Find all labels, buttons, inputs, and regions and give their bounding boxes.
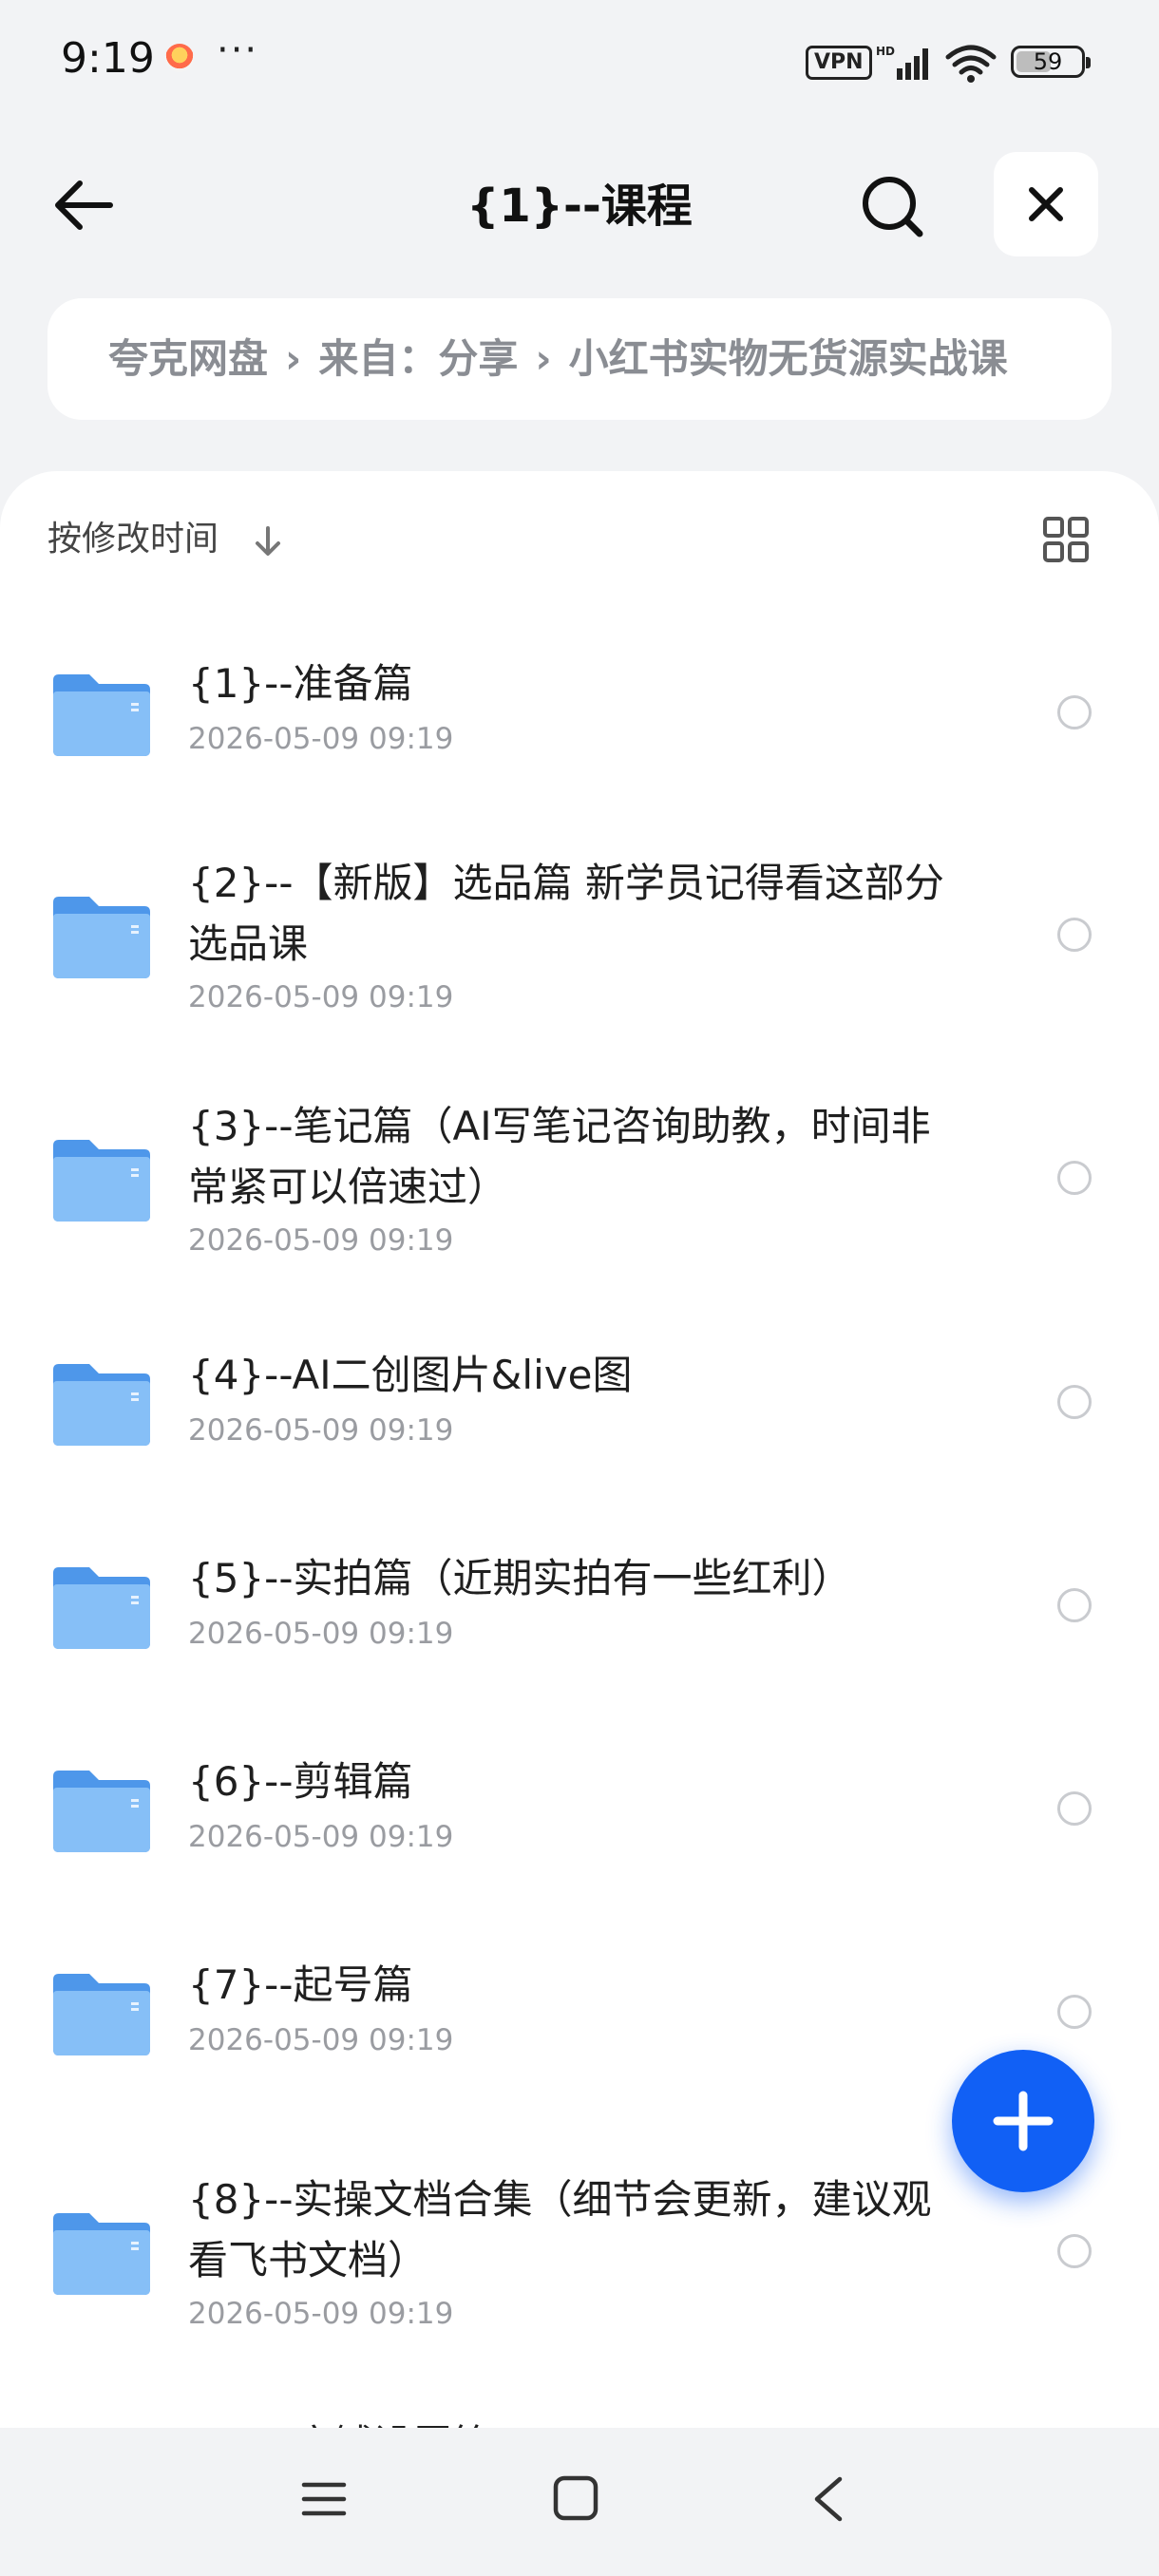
file-name: {4}--AI二创图片&live图 xyxy=(188,1352,633,1398)
select-checkbox[interactable] xyxy=(1057,1995,1092,2029)
notification-app-icon xyxy=(165,44,194,72)
file-name: {1}--准备篇 xyxy=(188,660,413,707)
signal-icon: HD xyxy=(876,45,928,80)
list-item[interactable]: {5}--实拍篇（近期实拍有一些红利） 2026-05-09 09:19 xyxy=(0,1535,1159,1725)
file-date: 2026-05-09 09:19 xyxy=(188,2297,454,2331)
add-button[interactable] xyxy=(952,2050,1094,2192)
file-name: {8}--实操文档合集（细节会更新，建议观看飞书文档） xyxy=(188,2176,932,2283)
select-checkbox[interactable] xyxy=(1057,918,1092,952)
file-name: {7}--起号篇 xyxy=(188,1961,413,2008)
breadcrumb-item-root[interactable]: 夸克网盘 xyxy=(108,335,268,382)
file-name: {6}--剪辑篇 xyxy=(188,1758,413,1805)
file-name: {9}--店铺设置篇 xyxy=(188,2415,967,2428)
select-checkbox[interactable] xyxy=(1057,1385,1092,1419)
sort-down-icon[interactable] xyxy=(249,522,287,560)
file-date: 2026-05-09 09:19 xyxy=(188,722,454,756)
sort-label[interactable]: 按修改时间 xyxy=(48,519,218,560)
close-icon xyxy=(1029,187,1063,221)
folder-icon xyxy=(53,674,150,756)
status-time: 9:19 xyxy=(61,34,155,83)
status-bar: 9:19 ··· VPN HD 59 xyxy=(0,0,1159,123)
list-item[interactable]: {6}--剪辑篇 2026-05-09 09:19 xyxy=(0,1738,1159,1928)
file-name: {2}--【新版】选品篇 新学员记得看这部分选品课 xyxy=(188,860,944,967)
wifi-icon xyxy=(945,45,997,83)
menu-icon[interactable] xyxy=(300,2475,348,2523)
folder-icon xyxy=(53,1567,150,1649)
close-button[interactable] xyxy=(994,152,1098,256)
folder-icon xyxy=(53,897,150,978)
folder-icon xyxy=(53,1974,150,2055)
home-icon[interactable] xyxy=(551,2473,600,2523)
file-date: 2026-05-09 09:19 xyxy=(188,1413,454,1448)
breadcrumb-separator: › xyxy=(285,335,302,382)
folder-icon xyxy=(53,1364,150,1446)
nav-back-icon[interactable] xyxy=(806,2473,851,2525)
file-date: 2026-05-09 09:19 xyxy=(188,1820,454,1854)
folder-icon xyxy=(53,1140,150,1222)
back-arrow-icon[interactable] xyxy=(48,169,120,241)
breadcrumb-item-share[interactable]: 来自：分享 xyxy=(318,335,518,382)
battery-level-text: 59 xyxy=(1033,48,1063,75)
select-checkbox[interactable] xyxy=(1057,2234,1092,2268)
select-checkbox[interactable] xyxy=(1057,1161,1092,1195)
breadcrumb-separator: › xyxy=(535,335,552,382)
folder-icon xyxy=(53,1771,150,1852)
battery-icon: 59 xyxy=(1011,46,1091,78)
breadcrumb-item-course[interactable]: 小红书实物无货源实战课 xyxy=(569,335,1008,382)
folder-icon xyxy=(53,2213,150,2295)
more-notifications-icon: ··· xyxy=(217,28,259,72)
file-date: 2026-05-09 09:19 xyxy=(188,1617,454,1651)
list-item[interactable]: {4}--AI二创图片&live图 2026-05-09 09:19 xyxy=(0,1332,1159,1522)
list-item[interactable]: {2}--【新版】选品篇 新学员记得看这部分选品课 2026-05-09 09:… xyxy=(0,838,1159,1066)
search-icon[interactable] xyxy=(855,169,931,245)
grid-view-icon[interactable] xyxy=(1041,515,1091,564)
breadcrumb: 夸克网盘 › 来自：分享 › 小红书实物无货源实战课 xyxy=(48,298,1112,420)
select-checkbox[interactable] xyxy=(1057,1588,1092,1622)
file-date: 2026-05-09 09:19 xyxy=(188,1223,454,1258)
vpn-icon: VPN xyxy=(806,46,872,80)
list-item[interactable]: {1}--准备篇 2026-05-09 09:19 xyxy=(0,614,1159,804)
file-name: {3}--笔记篇（AI写笔记咨询助教，时间非常紧可以倍速过） xyxy=(188,1103,931,1210)
file-name: {5}--实拍篇（近期实拍有一些红利） xyxy=(188,1555,852,1601)
list-item[interactable]: {9}--店铺设置篇 xyxy=(0,2396,1159,2428)
system-nav-bar xyxy=(0,2428,1159,2576)
select-checkbox[interactable] xyxy=(1057,695,1092,729)
select-checkbox[interactable] xyxy=(1057,1791,1092,1826)
file-date: 2026-05-09 09:19 xyxy=(188,980,454,1014)
page-title: {1}--课程 xyxy=(466,180,693,233)
plus-icon xyxy=(993,2091,1054,2151)
svg-text:HD: HD xyxy=(876,45,895,58)
list-item[interactable]: {3}--笔记篇（AI写笔记咨询助教，时间非常紧可以倍速过） 2026-05-0… xyxy=(0,1081,1159,1309)
file-date: 2026-05-09 09:19 xyxy=(188,2023,454,2057)
